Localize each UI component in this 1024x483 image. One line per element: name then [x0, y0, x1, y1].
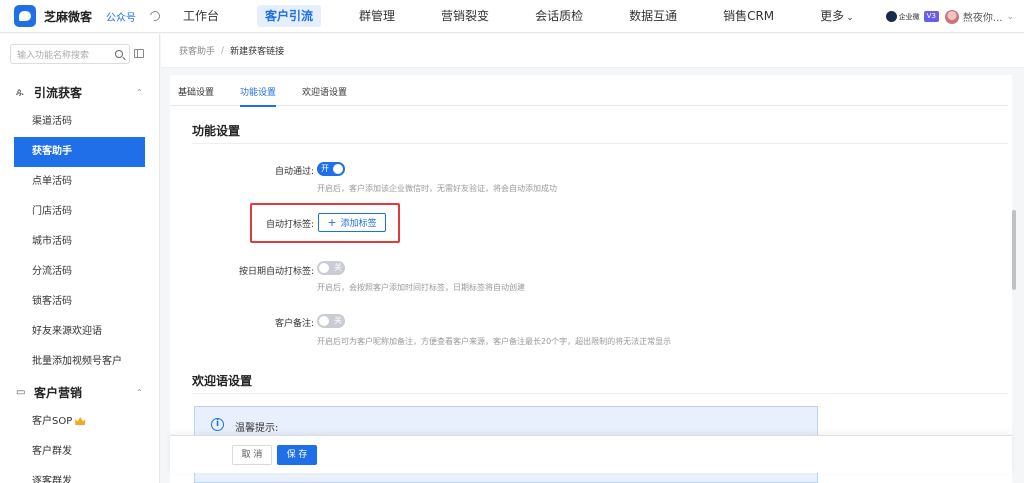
remark-help: 开启后可为客户昵称加备注，方便查看客户来源，客户备注最长20个字，超出限制的将无…	[317, 337, 672, 346]
sidebar-item-channel-code[interactable]: 渠道活码	[0, 107, 159, 137]
search-icon[interactable]	[115, 50, 123, 58]
sidebar-item-store-code[interactable]: 门店活码	[0, 197, 159, 227]
moon-icon[interactable]	[148, 9, 162, 23]
sidebar-item-acquisition-assistant[interactable]: 获客助手	[14, 137, 145, 167]
nav-item-sales-crm[interactable]: 销售CRM	[715, 5, 782, 27]
footer-action-bar: 取 消 保 存	[170, 435, 1012, 473]
sidebar-item-label: 客户SOP	[32, 416, 73, 427]
sidebar-item-split-code[interactable]: 分流活码	[0, 257, 159, 287]
add-tag-button[interactable]: + 添加标签	[318, 213, 386, 232]
tab-function-settings[interactable]: 功能设置	[240, 75, 288, 107]
notice-title: 温馨提示:	[235, 423, 279, 434]
toggle-state-label: 关	[334, 316, 342, 325]
sidebar-group-customer-marketing[interactable]: ▭ 客户营销 ⌃	[0, 377, 159, 407]
nav-item-group-management[interactable]: 群管理	[351, 5, 403, 27]
date-tag-help: 开启后，会按照客户添加时间打标签，日期标签将自动创建	[317, 283, 525, 292]
nav-item-data-interop[interactable]: 数据互通	[621, 5, 685, 27]
sidebar-item-friend-source-welcome[interactable]: 好友来源欢迎语	[0, 317, 159, 347]
toggle-knob	[319, 316, 329, 326]
date-tag-toggle[interactable]: 关	[317, 261, 345, 275]
tab-basic-settings[interactable]: 基础设置	[178, 75, 226, 106]
official-account-link[interactable]: 公众号	[106, 9, 136, 24]
brand: 芝麻微客 公众号	[0, 0, 162, 33]
nav-item-marketing-fission[interactable]: 营销裂变	[433, 5, 497, 27]
nav-item-session-inspection[interactable]: 会话质检	[527, 5, 591, 27]
breadcrumb-parent[interactable]: 获客助手	[179, 44, 215, 57]
breadcrumb-separator: /	[221, 45, 225, 56]
sidebar-item-lock-code[interactable]: 锁客活码	[0, 287, 159, 317]
main-card: 基础设置 功能设置 欢迎语设置 功能设置 自动通过: 开 开启后，客户添加该企业…	[170, 75, 1012, 483]
sidebar-group-traffic[interactable]: ዹ 引流获客 ⌃	[0, 77, 159, 107]
info-icon: i	[211, 418, 224, 431]
main-nav: 工作台 客户引流 群管理 营销裂变 会话质检 数据互通 销售CRM 更多 ⌄	[175, 0, 892, 33]
calendar-icon: ▭	[16, 386, 26, 398]
chevron-up-icon: ⌃	[136, 387, 143, 397]
breadcrumb: 获客助手 / 新建获客链接	[161, 34, 1024, 68]
sidebar-item-customer-broadcast[interactable]: 客户群发	[0, 437, 159, 467]
auto-pass-help: 开启后，客户添加该企业微信时，无需好友验证，将会自动添加成功	[317, 184, 557, 193]
chevron-up-icon: ⌃	[136, 87, 143, 97]
add-tag-label: 添加标签	[340, 219, 377, 229]
toggle-state-label: 关	[334, 263, 342, 272]
auto-pass-toggle[interactable]: 开	[317, 162, 345, 176]
date-tag-label: 按日期自动打标签:	[238, 267, 314, 277]
nav-item-customer-traffic[interactable]: 客户引流	[257, 5, 322, 27]
section-divider	[192, 393, 1008, 394]
sidebar: 输入功能名称搜索 ዹ 引流获客 ⌃ 渠道活码 获客助手 点单活码 门店活码 城市…	[0, 34, 160, 483]
save-button[interactable]: 保 存	[277, 445, 317, 465]
version-badge: V3	[923, 11, 939, 22]
nav-item-workbench[interactable]: 工作台	[175, 5, 227, 27]
chevron-down-icon: ⌄	[846, 13, 854, 23]
nav-item-more[interactable]: 更多 ⌄	[812, 5, 862, 27]
user-name[interactable]: 熬夜你...	[963, 9, 1003, 24]
sidebar-group-label: 引流获客	[34, 85, 83, 100]
remark-toggle[interactable]: 关	[317, 314, 345, 328]
auto-pass-label: 自动通过:	[274, 167, 314, 177]
enterprise-icon	[885, 11, 897, 22]
sidebar-item-city-code[interactable]: 城市活码	[0, 227, 159, 257]
tab-welcome-settings[interactable]: 欢迎语设置	[302, 75, 359, 106]
brand-name: 芝麻微客	[44, 9, 93, 24]
section-title-welcome: 欢迎语设置	[192, 374, 253, 388]
chevron-down-icon[interactable]: ⌄	[1006, 12, 1014, 22]
scrollbar-thumb[interactable]	[1012, 210, 1016, 290]
tab-bar: 基础设置 功能设置 欢迎语设置	[170, 75, 1008, 107]
avatar[interactable]	[944, 9, 959, 24]
logo-icon	[14, 5, 36, 27]
nav-more-label: 更多	[820, 9, 845, 23]
enterprise-label: 企业微	[898, 12, 920, 21]
sidebar-item-sequential-broadcast[interactable]: 逐客群发	[0, 467, 159, 483]
breadcrumb-current: 新建获客链接	[230, 47, 285, 57]
enterprise-badge: 企业微	[885, 11, 920, 22]
plus-icon: +	[327, 216, 337, 229]
search-placeholder: 输入功能名称搜索	[17, 50, 90, 61]
sidebar-group-label: 客户营销	[34, 385, 83, 400]
toggle-knob	[319, 263, 329, 273]
sidebar-item-customer-sop[interactable]: 客户SOP	[0, 407, 159, 437]
toggle-knob	[333, 164, 343, 174]
section-title-function: 功能设置	[192, 124, 241, 138]
section-divider	[192, 143, 1008, 144]
crown-icon	[75, 417, 86, 425]
user-add-icon: ዹ	[16, 86, 24, 98]
user-area: 企业微 V3 熬夜你... ⌄	[885, 0, 1014, 33]
top-navbar: 芝麻微客 公众号 工作台 客户引流 群管理 营销裂变 会话质检 数据互通 销售C…	[0, 0, 1024, 33]
cancel-button[interactable]: 取 消	[232, 445, 272, 465]
collapse-sidebar-icon[interactable]	[134, 49, 144, 58]
remark-label: 客户备注:	[274, 319, 314, 329]
sidebar-item-order-code[interactable]: 点单活码	[0, 167, 159, 197]
auto-tag-label: 自动打标签:	[265, 220, 314, 230]
toggle-state-label: 开	[321, 164, 329, 173]
search-input[interactable]: 输入功能名称搜索	[10, 44, 130, 64]
sidebar-item-batch-add-video-customers[interactable]: 批量添加视频号客户	[0, 347, 159, 377]
